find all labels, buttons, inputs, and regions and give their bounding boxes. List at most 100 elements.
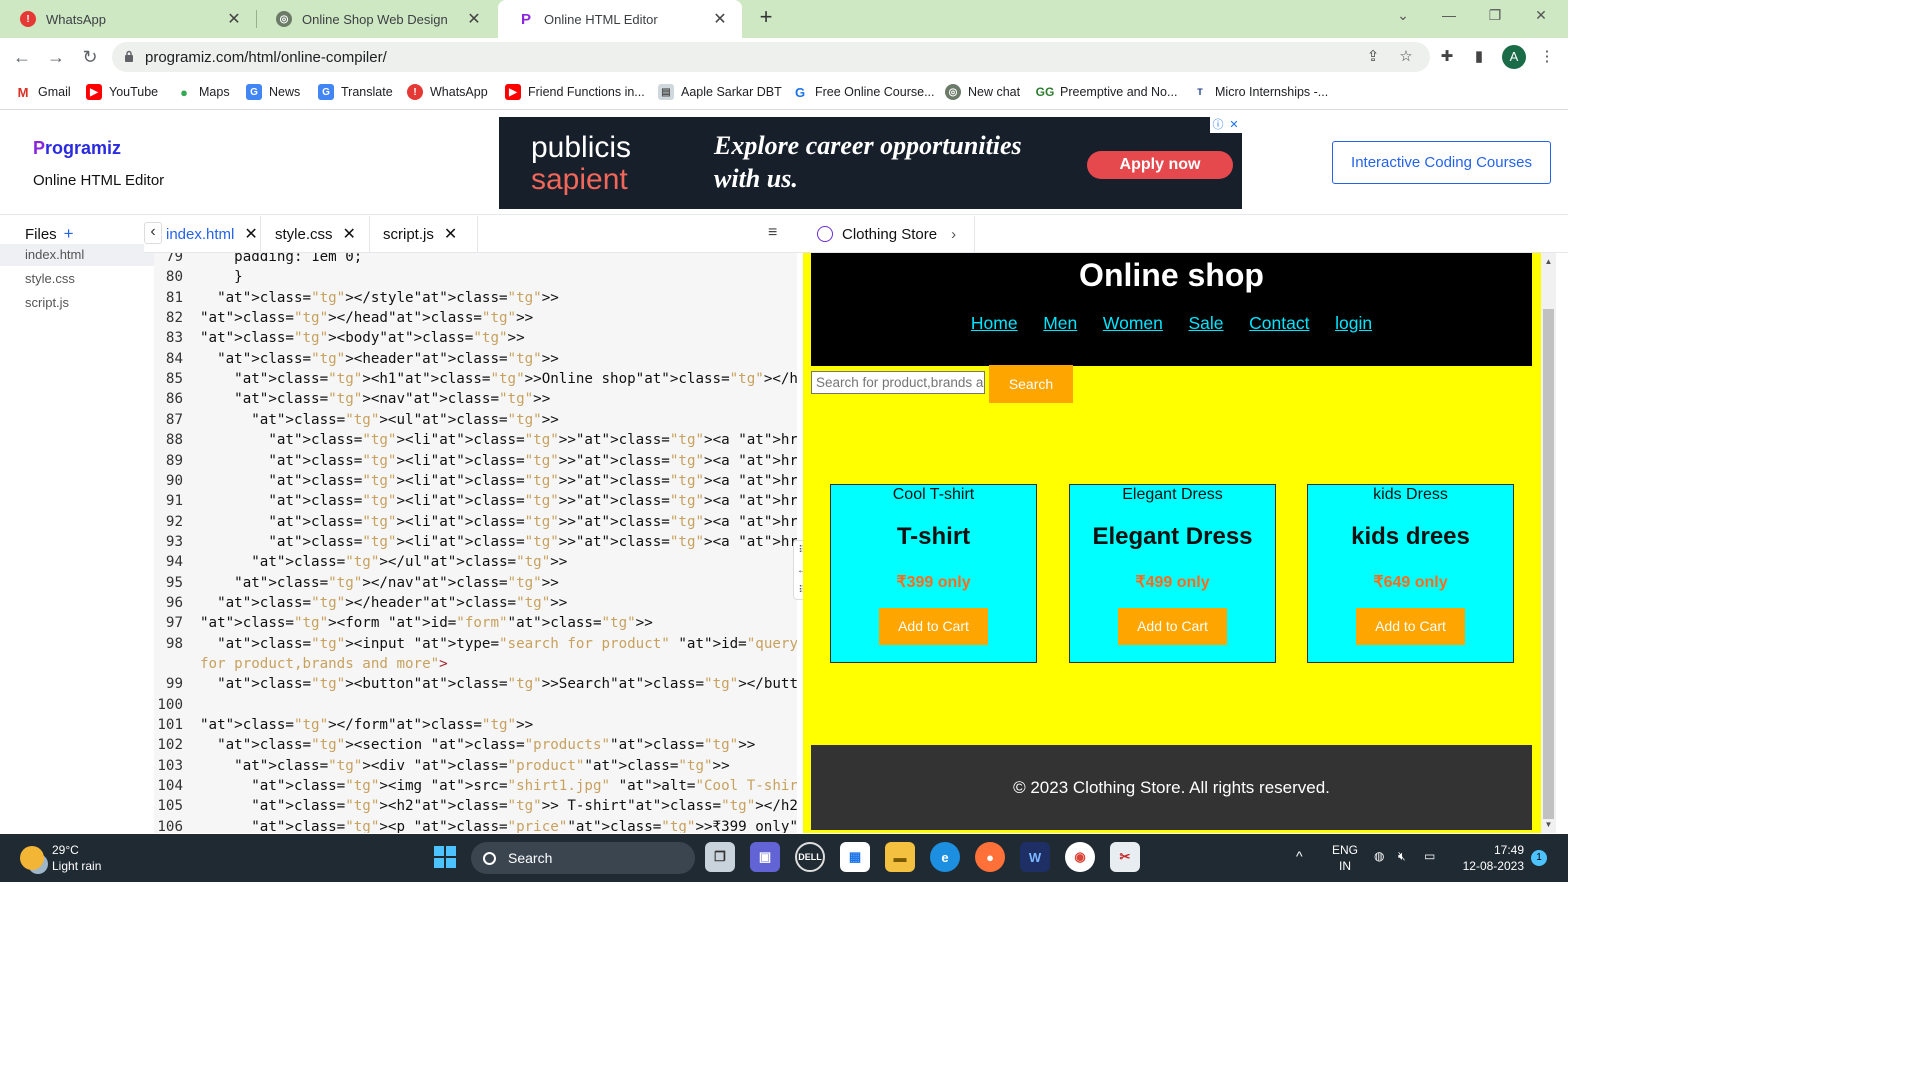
code-line[interactable]: 87 "at">class="tg"><ul"at">class="tg">> xyxy=(154,410,797,430)
scroll-up-icon[interactable]: ▲ xyxy=(1541,257,1556,266)
new-tab-button[interactable]: + xyxy=(752,4,780,32)
code-line[interactable]: 86 "at">class="tg"><nav"at">class="tg">> xyxy=(154,389,797,409)
bookmark-star-icon[interactable]: ☆ xyxy=(1395,46,1417,68)
browser-tab-online-shop[interactable]: ◎ Online Shop Web Design ✕ xyxy=(256,0,496,38)
code-line[interactable]: 98 "at">class="tg"><input "at">type="sea… xyxy=(154,634,797,654)
weather-widget[interactable]: 29°C Light rain xyxy=(20,842,101,874)
scroll-down-icon[interactable]: ▼ xyxy=(1541,820,1556,829)
tab-style-css[interactable]: style.css ✕ xyxy=(261,216,370,252)
close-icon[interactable]: ✕ xyxy=(224,9,244,29)
clock[interactable]: 17:49 12-08-2023 xyxy=(1452,842,1524,874)
code-line[interactable]: 82 "at">class="tg"></head"at">class="tg">… xyxy=(154,308,797,328)
bookmark-preemptive[interactable]: GG Preemptive and No... xyxy=(1036,84,1178,100)
code-line[interactable]: 90 "at">class="tg"><li"at">class="tg">>"… xyxy=(154,471,797,491)
code-line[interactable]: 88 "at">class="tg"><li"at">class="tg">>"… xyxy=(154,430,797,450)
edge-icon[interactable]: e xyxy=(930,842,960,872)
code-line[interactable]: 95 "at">class="tg"></nav"at">class="tg">… xyxy=(154,573,797,593)
file-item-index-html[interactable]: index.html xyxy=(0,244,154,266)
bookmark-translate[interactable]: G Translate xyxy=(318,84,393,100)
network-icon[interactable]: ◍ xyxy=(1374,848,1384,864)
minimize-button[interactable]: — xyxy=(1426,0,1472,32)
file-item-script-js[interactable]: script.js xyxy=(0,292,154,314)
code-line[interactable]: 105 "at">class="tg"><h2"at">class="tg">>… xyxy=(154,796,797,816)
close-icon[interactable]: ✕ xyxy=(343,224,356,244)
code-line[interactable]: 89 "at">class="tg"><li"at">class="tg">>"… xyxy=(154,451,797,471)
code-line[interactable]: 92 "at">class="tg"><li"at">class="tg">>"… xyxy=(154,512,797,532)
chrome-icon[interactable]: ◉ xyxy=(1065,842,1095,872)
extensions-icon[interactable]: ✚ xyxy=(1436,46,1458,68)
code-line[interactable]: 96 "at">class="tg"></header"at">class="t… xyxy=(154,593,797,613)
close-icon[interactable]: ✕ xyxy=(710,9,730,29)
code-line[interactable]: 97 "at">class="tg"><form "at">id="form""a… xyxy=(154,613,797,633)
collapse-sidebar-icon[interactable]: ‹ xyxy=(144,222,162,244)
snipping-tool-icon[interactable]: ✂ xyxy=(1110,842,1140,872)
bookmark-micro-internships[interactable]: T Micro Internships -... xyxy=(1192,84,1328,100)
nav-link-login[interactable]: login xyxy=(1335,313,1372,333)
file-item-style-css[interactable]: style.css xyxy=(0,268,154,290)
language-indicator[interactable]: ENG IN xyxy=(1330,842,1360,874)
notification-badge[interactable]: 1 xyxy=(1531,850,1547,866)
browser-tab-html-editor[interactable]: P Online HTML Editor ✕ xyxy=(498,0,742,38)
bookmark-aaple-sarkar[interactable]: ▤ Aaple Sarkar DBT xyxy=(658,84,782,100)
firefox-icon[interactable]: ● xyxy=(975,842,1005,872)
tab-index-html[interactable]: index.html ✕ xyxy=(166,216,261,252)
ad-close-icon[interactable]: ✕ xyxy=(1226,117,1242,133)
code-editor[interactable]: 79 padding: 1em 0; 80 } 81 "at">class="tg"… xyxy=(154,253,797,833)
back-arrow-icon[interactable]: ← xyxy=(8,44,36,70)
battery-icon[interactable]: ▭ xyxy=(1424,848,1435,864)
bookmark-youtube[interactable]: ▶ YouTube xyxy=(86,84,158,100)
file-explorer-icon[interactable]: ▬ xyxy=(885,842,915,872)
interactive-courses-button[interactable]: Interactive Coding Courses xyxy=(1332,141,1551,184)
nav-link-contact[interactable]: Contact xyxy=(1249,313,1309,333)
maximize-button[interactable]: ❐ xyxy=(1472,0,1518,32)
store-icon[interactable]: ▦ xyxy=(840,842,870,872)
nav-link-men[interactable]: Men xyxy=(1043,313,1077,333)
code-line[interactable]: 103 "at">class="tg"><div "at">class="pro… xyxy=(154,756,797,776)
code-line[interactable]: 99 "at">class="tg"><button"at">class="tg… xyxy=(154,674,797,694)
code-line[interactable]: 79 padding: 1em 0; xyxy=(154,253,797,267)
code-line[interactable]: 84 "at">class="tg"><header"at">class="tg… xyxy=(154,349,797,369)
code-line[interactable]: 100 xyxy=(154,695,797,715)
close-icon[interactable]: ✕ xyxy=(464,9,484,29)
code-line[interactable]: 85 "at">class="tg"><h1"at">class="tg">>O… xyxy=(154,369,797,389)
add-to-cart-button[interactable]: Add to Cart xyxy=(1118,608,1227,645)
code-line[interactable]: 81 "at">class="tg"></style"at">class="tg… xyxy=(154,288,797,308)
tab-script-js[interactable]: script.js ✕ xyxy=(370,216,478,252)
side-panel-icon[interactable]: ▮ xyxy=(1468,46,1490,68)
editor-menu-icon[interactable]: ≡ xyxy=(768,224,777,242)
code-line[interactable]: 93 "at">class="tg"><li"at">class="tg">>"… xyxy=(154,532,797,552)
code-line[interactable]: 83 "at">class="tg"><body"at">class="tg">> xyxy=(154,328,797,348)
ad-apply-button[interactable]: Apply now xyxy=(1087,151,1233,179)
menu-kebab-icon[interactable]: ⋮ xyxy=(1536,46,1558,68)
search-input[interactable]: Search for product,brands and more xyxy=(811,371,985,394)
volume-muted-icon[interactable]: 🔇︎ xyxy=(1398,848,1406,864)
close-icon[interactable]: ✕ xyxy=(244,224,257,244)
bookmark-new-chat[interactable]: ◎ New chat xyxy=(945,84,1020,100)
add-file-icon[interactable]: + xyxy=(64,224,74,243)
close-window-button[interactable]: ✕ xyxy=(1518,0,1564,32)
code-line[interactable]: 101 "at">class="tg"></form"at">class="tg"… xyxy=(154,715,797,735)
ad-info-icon[interactable]: ⓘ xyxy=(1210,117,1226,133)
code-line[interactable]: 106 "at">class="tg"><p "at">class="price… xyxy=(154,817,797,833)
webex-icon[interactable]: W xyxy=(1020,842,1050,872)
search-button[interactable]: Search xyxy=(989,365,1073,403)
nav-link-women[interactable]: Women xyxy=(1103,313,1163,333)
bookmark-news[interactable]: G News xyxy=(246,84,300,100)
bookmark-free-course[interactable]: G Free Online Course... xyxy=(792,84,935,100)
add-to-cart-button[interactable]: Add to Cart xyxy=(1356,608,1465,645)
profile-avatar[interactable]: A xyxy=(1502,45,1526,69)
share-icon[interactable]: ⇪ xyxy=(1362,46,1384,68)
chevron-up-icon[interactable]: ^ xyxy=(1296,848,1303,864)
output-tab[interactable]: Clothing Store › xyxy=(803,216,975,252)
code-line[interactable]: 104 "at">class="tg"><img "at">src="shirt… xyxy=(154,776,797,796)
bookmark-friend-functions[interactable]: ▶ Friend Functions in... xyxy=(505,84,645,100)
preview-scrollbar[interactable]: ▲ ▼ xyxy=(1541,253,1556,833)
close-icon[interactable]: ✕ xyxy=(444,224,457,244)
code-line[interactable]: 80 } xyxy=(154,267,797,287)
nav-link-sale[interactable]: Sale xyxy=(1189,313,1224,333)
bookmark-whatsapp[interactable]: ! WhatsApp xyxy=(407,84,488,100)
advertisement-banner[interactable]: publicis sapient Explore career opportun… xyxy=(499,117,1242,209)
code-line[interactable]: for product,brands and more"> xyxy=(154,654,797,674)
reload-icon[interactable]: ↻ xyxy=(76,44,104,70)
forward-arrow-icon[interactable]: → xyxy=(42,44,70,70)
